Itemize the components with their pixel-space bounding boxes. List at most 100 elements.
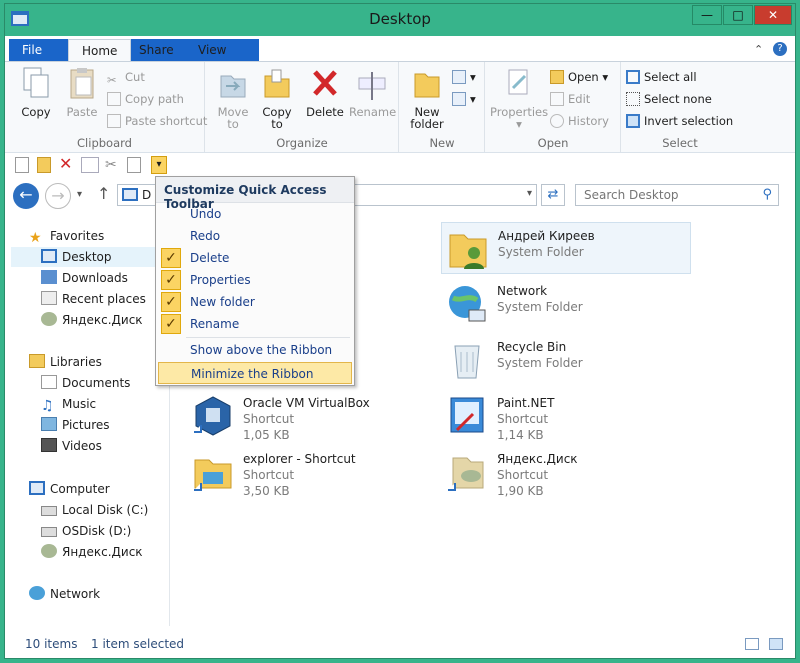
nav-pictures[interactable]: Pictures (41, 415, 110, 435)
menu-item-new-folder[interactable]: ✓ New folder (158, 291, 352, 313)
move-to-button[interactable]: Move to (214, 66, 252, 130)
search-input[interactable] (584, 188, 754, 202)
menu-item-properties[interactable]: ✓ Properties (158, 269, 352, 291)
search-box[interactable]: ⚲ (575, 184, 779, 206)
maximize-button[interactable]: □ (723, 5, 753, 25)
file-size: 1,05 KB (243, 428, 290, 442)
delete-button[interactable]: Delete (304, 66, 346, 118)
file-name: explorer - Shortcut (243, 452, 356, 466)
file-item[interactable]: Андрей Киреев System Folder (441, 222, 691, 274)
edit-button[interactable]: Edit (550, 90, 590, 108)
nav-videos[interactable]: Videos (41, 436, 102, 456)
file-item[interactable]: Paint.NET Shortcut 1,14 KB (441, 390, 691, 442)
tab-home[interactable]: Home (68, 39, 132, 62)
menu-item-rename[interactable]: ✓ Rename (158, 313, 352, 335)
paste-shortcut-button[interactable]: Paste shortcut (107, 112, 207, 130)
history-button[interactable]: History (550, 112, 609, 130)
customize-qat-dropdown-icon[interactable]: ▾ (151, 156, 167, 174)
open-folder-icon (550, 70, 564, 84)
forward-arrow-icon[interactable]: → (45, 183, 71, 209)
copy-path-button[interactable]: Copy path (107, 90, 184, 108)
chevron-up-icon[interactable]: ⌃ (754, 43, 763, 56)
nav-local-disk-label: Local Disk (C:) (62, 503, 149, 517)
nav-libraries[interactable]: Libraries (29, 352, 102, 372)
open-button[interactable]: Open ▾ (550, 68, 608, 86)
large-icons-view-icon[interactable] (769, 638, 783, 650)
nav-desktop[interactable]: Desktop (11, 247, 166, 267)
menu-item-undo[interactable]: Undo (158, 203, 352, 225)
back-arrow-icon[interactable]: ← (13, 183, 39, 209)
paste-button[interactable]: Paste (61, 66, 103, 118)
menu-item-delete[interactable]: ✓ Delete (158, 247, 352, 269)
rename-qat-icon[interactable] (81, 157, 99, 173)
desktop-icon (122, 188, 138, 201)
new-folder-qat-icon[interactable] (37, 157, 51, 173)
nav-documents[interactable]: Documents (41, 373, 130, 393)
nav-recent-places[interactable]: Recent places (41, 289, 146, 309)
file-name: Paint.NET (497, 396, 555, 410)
documents-icon (41, 375, 57, 389)
menu-item-redo[interactable]: Redo (158, 225, 352, 247)
yadisk-icon (41, 312, 57, 326)
details-view-icon[interactable] (745, 638, 759, 650)
nav-yadisk[interactable]: Яндекс.Диск (41, 310, 143, 330)
file-item[interactable]: Recycle Bin System Folder (441, 334, 691, 386)
rename-icon (358, 72, 386, 100)
nav-network[interactable]: Network (29, 584, 100, 604)
copy-path-label: Copy path (125, 92, 184, 106)
up-arrow-icon[interactable]: ↑ (97, 184, 110, 203)
nav-music[interactable]: ♫ Music (41, 394, 96, 414)
copy-button[interactable]: Copy (15, 66, 57, 118)
new-folder-button[interactable]: New folder (406, 66, 448, 130)
cut-button[interactable]: ✂ Cut (107, 68, 145, 87)
menu-item-label: Delete (190, 251, 230, 265)
easy-access-button[interactable]: ▾ (452, 90, 476, 108)
select-none-button[interactable]: Select none (626, 90, 712, 108)
tab-share[interactable]: Share (126, 39, 187, 62)
refresh-icon[interactable]: ⇄ (541, 184, 565, 206)
address-dropdown-icon[interactable]: ▾ (527, 188, 532, 199)
file-name: Андрей Киреев (498, 229, 595, 243)
invert-selection-button[interactable]: Invert selection (626, 112, 733, 130)
paste-icon (70, 68, 94, 99)
file-item[interactable]: explorer - Shortcut Shortcut 3,50 KB (187, 446, 437, 498)
close-button[interactable]: ✕ (754, 5, 792, 25)
paste-qat-icon[interactable] (127, 157, 141, 173)
star-icon: ★ (29, 230, 42, 246)
tab-view[interactable]: View (185, 39, 239, 62)
properties-qat-icon[interactable] (15, 157, 29, 173)
nav-computer[interactable]: Computer (29, 479, 110, 499)
search-icon[interactable]: ⚲ (762, 187, 772, 202)
properties-button[interactable]: Properties ▾ (490, 66, 548, 130)
help-icon[interactable]: ? (773, 42, 787, 56)
copy-to-button[interactable]: Copy to (258, 66, 296, 130)
delete-x-icon (313, 70, 337, 96)
nav-downloads[interactable]: Downloads (41, 268, 128, 288)
file-type: System Folder (497, 300, 583, 314)
file-item[interactable]: Oracle VM VirtualBox Shortcut 1,05 KB (187, 390, 437, 442)
new-item-button[interactable]: ▾ (452, 68, 476, 86)
nav-yadisk-label: Яндекс.Диск (62, 313, 143, 327)
minimize-button[interactable]: — (692, 5, 722, 25)
item-count: 10 items (25, 637, 78, 651)
libraries-icon (29, 354, 45, 368)
menu-item-minimize-ribbon[interactable]: Minimize the Ribbon (158, 362, 352, 384)
menu-item-show-above[interactable]: Show above the Ribbon (158, 339, 352, 361)
nav-yadisk-drive[interactable]: Яндекс.Диск (41, 542, 143, 562)
rename-button[interactable]: Rename (349, 66, 396, 118)
new-group-label: New (429, 136, 455, 150)
file-item[interactable]: Яндекс.Диск Shortcut 1,90 KB (441, 446, 691, 498)
delete-qat-icon[interactable]: ✕ (59, 156, 73, 173)
cut-qat-icon[interactable]: ✂ (105, 157, 119, 173)
recent-dropdown-icon[interactable]: ▾ (77, 189, 82, 200)
nav-local-disk[interactable]: Local Disk (C:) (41, 500, 148, 520)
file-item[interactable]: Network System Folder (441, 278, 691, 330)
nav-favorites[interactable]: ★ Favorites (29, 226, 104, 246)
file-name: Яндекс.Диск (497, 452, 578, 466)
checkmark-icon: ✓ (161, 248, 181, 268)
menu-item-label: Undo (190, 207, 222, 221)
select-all-button[interactable]: Select all (626, 68, 697, 86)
menu-item-label: Rename (190, 317, 240, 331)
title-bar: Desktop — □ ✕ (5, 4, 795, 36)
nav-osdisk[interactable]: OSDisk (D:) (41, 521, 131, 541)
